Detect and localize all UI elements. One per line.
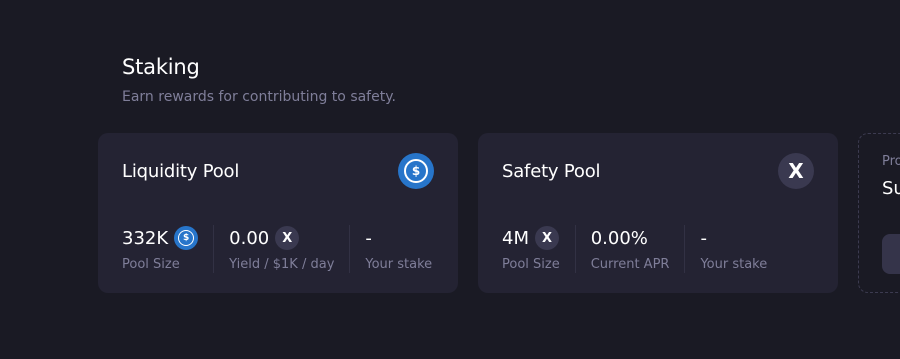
pool-size-value: 332K [122,227,169,249]
page-subtitle: Earn rewards for contributing to safety. [122,89,396,105]
divider [349,225,351,273]
divider [574,225,576,273]
usdc-icon: $ [398,153,434,189]
pool-size-stat: 332K $ Pool Size [122,225,199,273]
divider [684,225,686,273]
your-stake-value: - [365,227,372,249]
dydx-icon: X [534,226,559,250]
pool-size-stat: 4M X Pool Size [502,225,560,273]
usdc-icon: $ [174,226,199,250]
pool-size-label: Pool Size [122,257,180,272]
promo-label: Pro [882,154,900,169]
safety-pool-card[interactable]: Safety Pool X 4M X Pool Size 0.00% Curre… [478,133,838,293]
current-apr-stat: 0.00% Current APR [591,225,670,273]
your-stake-label: Your stake [700,257,768,272]
pool-size-label: Pool Size [502,257,560,272]
liquidity-pool-card[interactable]: Liquidity Pool $ 332K $ Pool Size 0.00 X… [98,133,458,293]
current-apr-label: Current APR [590,257,670,272]
safety-pool-title: Safety Pool [502,161,601,182]
dydx-icon: X [778,153,814,189]
page-title: Staking [122,55,200,79]
your-stake-value: - [700,227,707,249]
liquidity-pool-title: Liquidity Pool [122,161,240,182]
staking-header: Staking Earn rewards for contributing to… [122,55,396,105]
your-stake-stat: - Your stake [700,225,767,273]
your-stake-label: Your stake [365,257,433,272]
promo-card[interactable]: Pro Su [858,133,900,293]
your-stake-stat: - Your stake [365,225,432,273]
dydx-icon: X [275,226,300,250]
yield-value: 0.00 [229,227,270,249]
divider [213,225,215,273]
yield-label: Yield / $1K / day [229,257,335,272]
current-apr-value: 0.00% [590,227,648,249]
safety-pool-stats: 4M X Pool Size 0.00% Current APR - Your … [502,225,814,273]
promo-button[interactable] [882,234,900,274]
promo-title: Su [882,178,900,199]
pool-size-value: 4M [502,227,529,249]
yield-stat: 0.00 X Yield / $1K / day [229,225,334,273]
liquidity-pool-stats: 332K $ Pool Size 0.00 X Yield / $1K / da… [122,225,434,273]
